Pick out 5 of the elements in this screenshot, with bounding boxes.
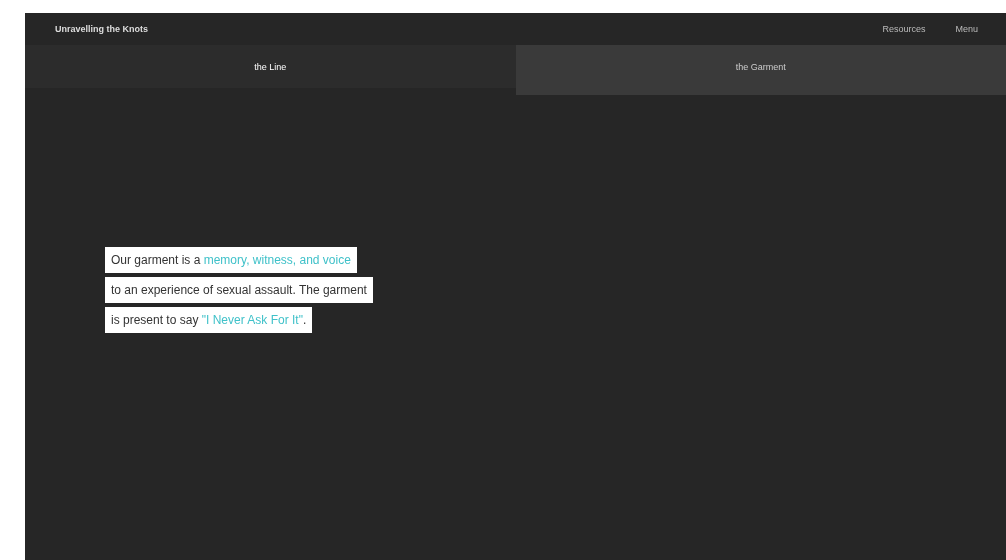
- tab[interactable]: the Garment: [515, 45, 1006, 95]
- statement-text: Our garment is a memory, witness, and voice to an experience of sexual assault. The garment is present to say "I Never Ask For It".: [105, 245, 373, 335]
- nav-link[interactable]: Resources: [882, 24, 926, 34]
- nav-link[interactable]: Menu: [955, 24, 978, 34]
- site-title: Unravelling the Knots: [55, 24, 149, 34]
